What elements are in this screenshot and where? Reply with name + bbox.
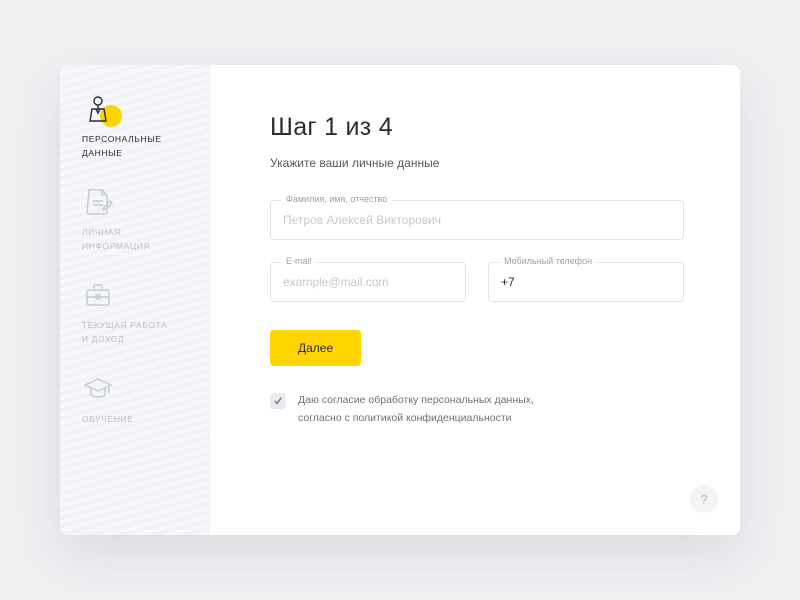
phone-label: Мобильный телефон — [499, 256, 597, 266]
phone-input[interactable] — [501, 275, 671, 289]
fullname-label: Фамилия, имя, отчество — [281, 194, 392, 204]
sidebar-item-personal[interactable]: ПЕРСОНАЛЬНЫЕ ДАННЫЕ — [82, 93, 191, 160]
main: Шаг 1 из 4 Укажите ваши личные данные Фа… — [210, 65, 740, 535]
sidebar-item-work[interactable]: ТЕКУЩАЯ РАБОТА И ДОХОД — [82, 279, 191, 346]
sidebar-item-label: ЛИЧНАЯ ИНФОРМАЦИЯ — [82, 226, 191, 253]
step-title: Шаг 1 из 4 — [270, 113, 684, 142]
graduation-icon — [82, 373, 114, 405]
sidebar-item-label: ОБУЧЕНИЕ — [82, 413, 191, 427]
step-subtitle: Укажите ваши личные данные — [270, 156, 684, 170]
email-input[interactable] — [283, 275, 453, 289]
sidebar: ПЕРСОНАЛЬНЫЕ ДАННЫЕ ЛИЧНАЯ ИНФОРМАЦИЯ — [60, 65, 210, 535]
help-icon: ? — [700, 492, 707, 507]
phone-field-wrapper: Мобильный телефон — [488, 262, 684, 302]
help-button[interactable]: ? — [690, 485, 718, 513]
check-icon — [273, 396, 283, 406]
fullname-input[interactable] — [283, 213, 671, 227]
sidebar-item-label: ПЕРСОНАЛЬНЫЕ ДАННЫЕ — [82, 133, 191, 160]
form-card: ПЕРСОНАЛЬНЫЕ ДАННЫЕ ЛИЧНАЯ ИНФОРМАЦИЯ — [60, 65, 740, 535]
briefcase-icon — [82, 279, 114, 311]
sidebar-item-education[interactable]: ОБУЧЕНИЕ — [82, 373, 191, 427]
sidebar-item-info[interactable]: ЛИЧНАЯ ИНФОРМАЦИЯ — [82, 186, 191, 253]
consent-text: Даю согласие обработку персональных данн… — [298, 392, 548, 428]
email-label: E-mail — [281, 256, 317, 266]
email-field-wrapper: E-mail — [270, 262, 466, 302]
consent-row: Даю согласие обработку персональных данн… — [270, 392, 684, 428]
fullname-field-wrapper: Фамилия, имя, отчество — [270, 200, 684, 240]
person-icon — [82, 93, 114, 125]
sidebar-item-label: ТЕКУЩАЯ РАБОТА И ДОХОД — [82, 319, 191, 346]
next-button[interactable]: Далее — [270, 330, 361, 366]
document-icon — [82, 186, 114, 218]
consent-checkbox[interactable] — [270, 393, 286, 409]
